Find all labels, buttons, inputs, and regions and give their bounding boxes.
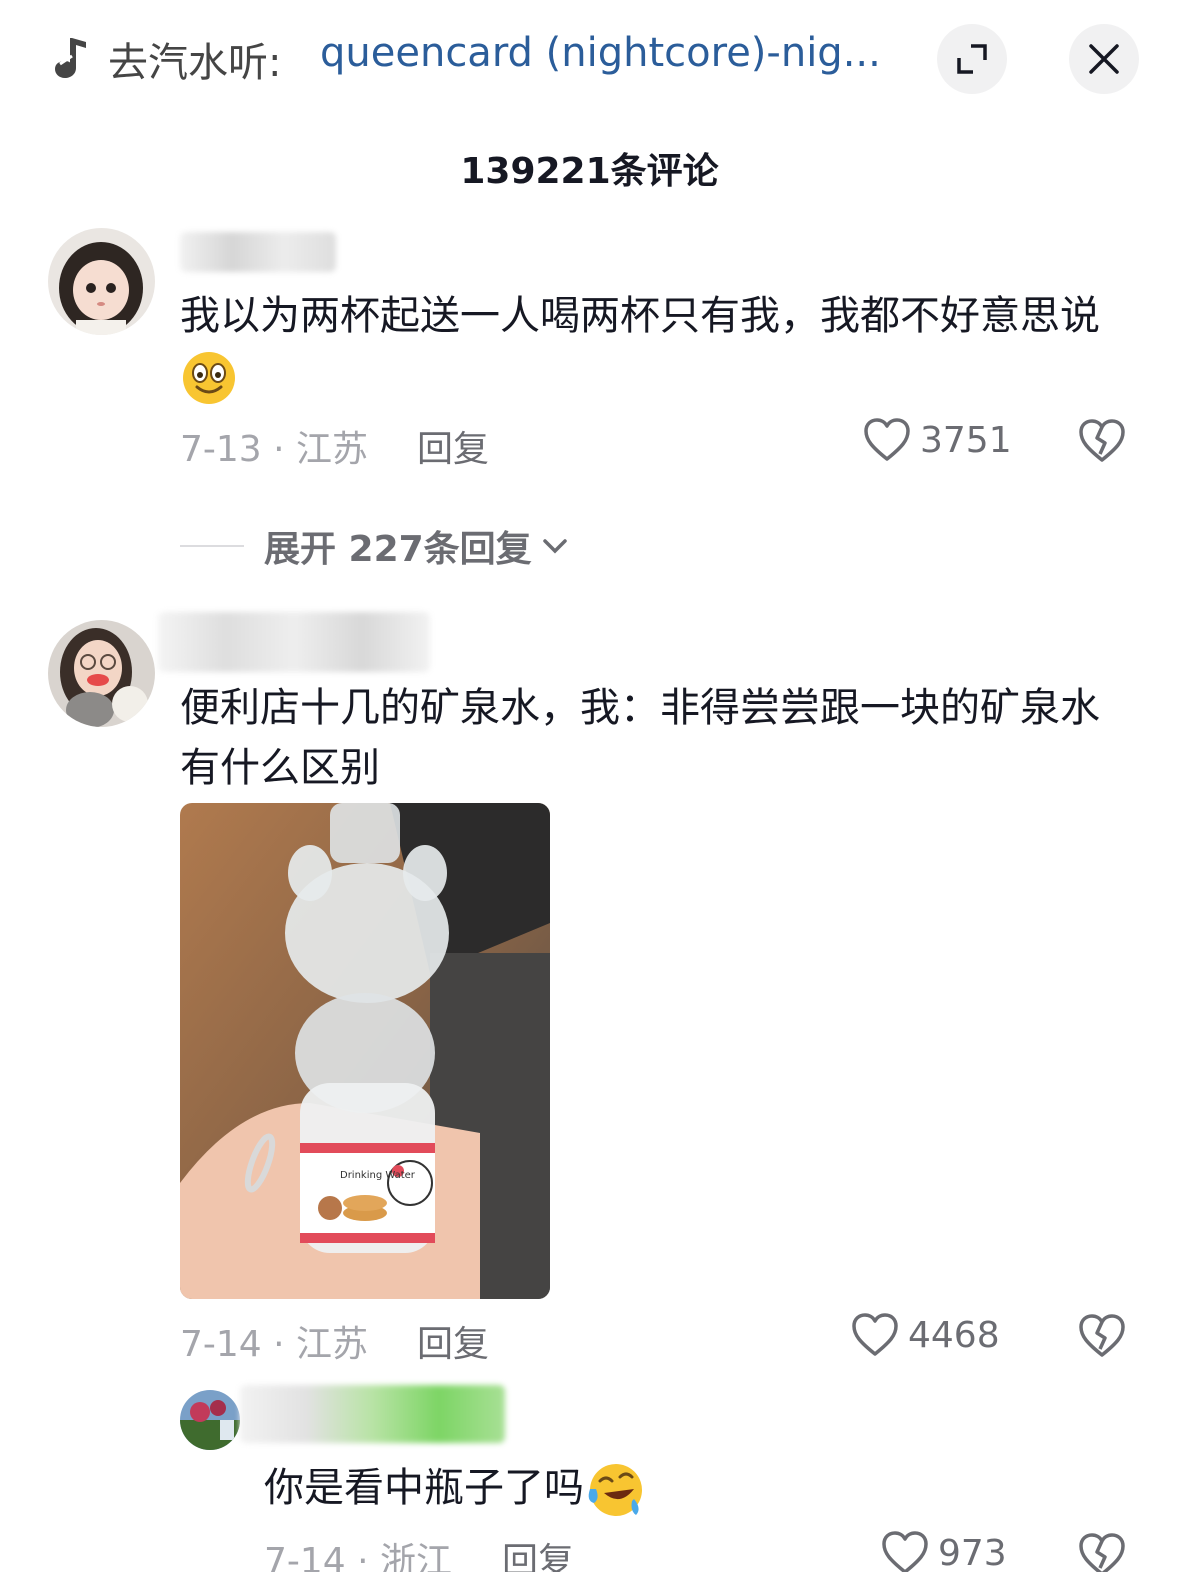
music-note-icon[interactable] [52,34,94,80]
broken-heart-icon[interactable] [1077,1530,1127,1572]
comment-text: 便利店十几的矿泉水，我：非得尝尝跟一块的矿泉水有什么区别 [180,685,1100,791]
heart-icon [864,418,910,461]
heart-icon [852,1313,898,1356]
reply-date-location: 7-14 · 浙江 [264,1541,453,1572]
chevron-down-icon [542,539,567,554]
comment-photo[interactable]: Drinking Water [180,803,550,1299]
avatar[interactable] [180,1390,240,1450]
laughing-tears-emoji [588,1464,642,1516]
expand-replies-button[interactable]: 展开 227条回复 [180,520,572,572]
close-button[interactable] [1069,24,1139,94]
comment-date-location: 7-14 · 江苏 [180,1324,369,1365]
smiling-face-emoji [183,352,235,404]
reply-text: 你是看中瓶子了吗 [264,1458,1084,1521]
like-button[interactable]: 4468 [850,1310,1000,1360]
like-count: 973 [938,1532,1007,1572]
comment-count: 139221条评论 [460,151,719,192]
like-count: 3751 [920,419,1012,461]
like-button[interactable]: 3751 [862,415,1012,465]
bottle-label: Drinking Water [340,1170,416,1181]
reply-button[interactable]: 回复 [417,1315,489,1367]
heart-icon [882,1531,928,1572]
like-count: 4468 [908,1314,1000,1356]
nickname-blurred[interactable] [158,612,430,672]
comment-text: 我以为两杯起送一人喝两杯只有我，我都不好意思说 [180,286,1100,407]
music-prefix: 去汽水听: [108,40,282,86]
divider [180,545,244,547]
broken-heart-icon[interactable] [1077,1311,1127,1361]
expand-icon [957,44,987,74]
avatar[interactable] [48,228,155,335]
reply-button[interactable]: 回复 [502,1532,574,1572]
expand-replies-label: 展开 227条回复 [264,529,532,570]
comment-date-location: 7-13 · 江苏 [180,429,369,470]
avatar[interactable] [48,620,155,727]
nickname-blurred[interactable] [180,232,336,272]
nickname-blurred[interactable] [240,1385,505,1443]
close-icon [1089,44,1119,74]
top-bar: 去汽水听: queencard (nightcore)-nig... [0,0,1179,118]
broken-heart-icon[interactable] [1077,416,1127,466]
like-button[interactable]: 973 [880,1528,1007,1572]
expand-button[interactable] [937,24,1007,94]
reply-button[interactable]: 回复 [417,420,489,472]
music-link[interactable]: queencard (nightcore)-nig... [320,30,900,76]
